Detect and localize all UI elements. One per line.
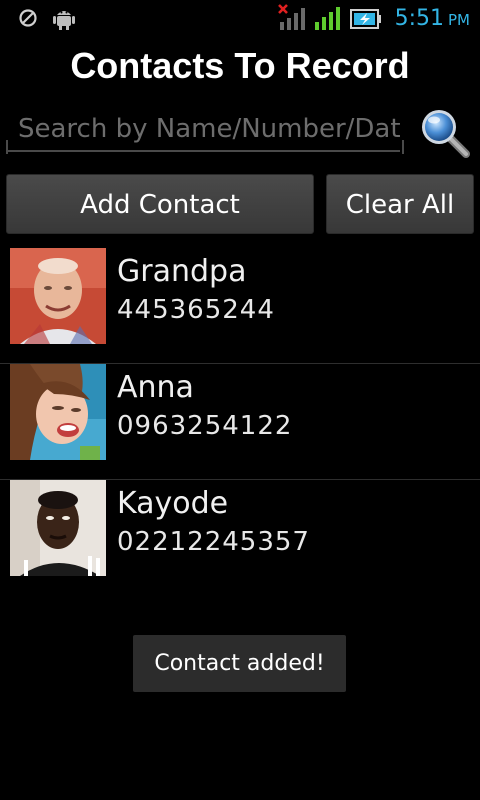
sync-off-icon xyxy=(18,8,38,32)
list-item[interactable]: Grandpa 445365244 xyxy=(0,248,480,364)
status-bar: 5:51 PM xyxy=(0,0,480,38)
contact-number: 0963254122 xyxy=(117,411,293,441)
signal-strength-icon xyxy=(314,4,342,36)
status-ampm: PM xyxy=(448,11,470,29)
list-item[interactable]: Kayode 02212245357 xyxy=(0,480,480,596)
search-button[interactable] xyxy=(418,106,472,160)
contact-number: 445365244 xyxy=(117,295,275,325)
magnifier-icon xyxy=(418,110,472,164)
status-time: 5:51 xyxy=(394,6,444,31)
avatar xyxy=(10,364,106,460)
add-contact-button[interactable]: Add Contact xyxy=(6,174,314,234)
battery-charging-icon xyxy=(350,9,382,33)
contact-number: 02212245357 xyxy=(117,527,310,557)
search-input-underline xyxy=(6,140,404,154)
android-debug-icon xyxy=(53,6,75,34)
avatar xyxy=(10,480,106,576)
contact-name: Kayode xyxy=(117,486,229,521)
clear-all-button[interactable]: Clear All xyxy=(326,174,474,234)
page-title: Contacts To Record xyxy=(70,45,410,86)
avatar xyxy=(10,248,106,344)
list-item[interactable]: Anna 0963254122 xyxy=(0,364,480,480)
toast-message: Contact added! xyxy=(133,635,346,692)
no-signal-icon xyxy=(278,4,308,36)
contact-name: Anna xyxy=(117,370,194,405)
contact-name: Grandpa xyxy=(117,254,247,289)
status-clock: 5:51 PM xyxy=(395,5,470,34)
